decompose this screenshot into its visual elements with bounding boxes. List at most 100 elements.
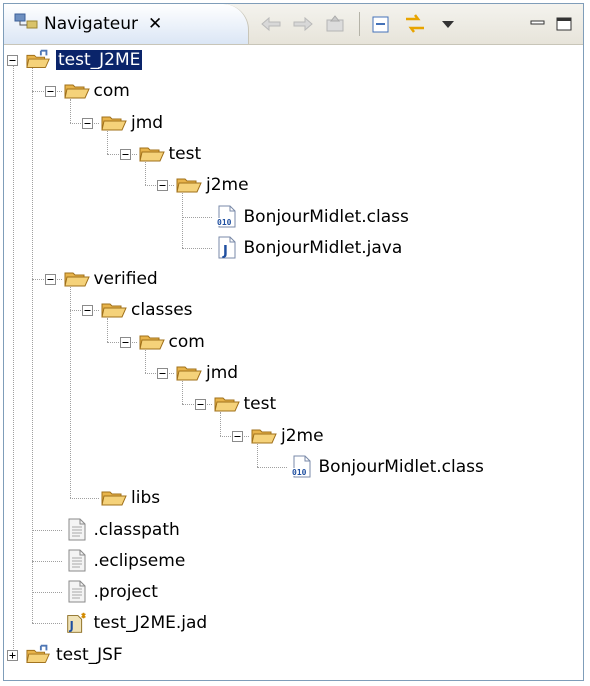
- tree-item-label: BonjourMidlet.java: [243, 237, 403, 258]
- folder-icon: [63, 267, 90, 291]
- tab-title: Navigateur: [44, 14, 139, 34]
- tree-item[interactable]: verified: [63, 265, 158, 293]
- collapse-toggle-icon[interactable]: [119, 336, 131, 348]
- tree-item-label: libs: [131, 488, 161, 509]
- svg-text:010: 010: [217, 218, 232, 227]
- folder-icon: [101, 486, 127, 510]
- tree-item-label: test_J2ME: [56, 50, 143, 70]
- view-menu-icon[interactable]: [436, 12, 460, 36]
- forward-arrow-icon[interactable]: [291, 12, 315, 36]
- tree-item[interactable]: 010 BonjourMidlet.class: [214, 203, 409, 231]
- tree-item-label: BonjourMidlet.class: [243, 206, 409, 227]
- maximize-icon[interactable]: [552, 12, 576, 36]
- collapse-toggle-icon[interactable]: [157, 368, 168, 379]
- class-file-icon: 010: [214, 205, 240, 229]
- tree-connector: [69, 498, 99, 500]
- folder-icon: [63, 79, 90, 103]
- tree-item-label: test_JSF: [56, 644, 123, 665]
- tree-item[interactable]: jmd: [176, 359, 238, 387]
- text-file-icon: [64, 580, 90, 604]
- folder-icon: [138, 142, 165, 166]
- collapse-toggle-icon[interactable]: [82, 305, 93, 317]
- tree-item[interactable]: com: [63, 77, 130, 105]
- tree-item-label: .eclipseme: [93, 550, 186, 571]
- tree-connector: [13, 60, 14, 655]
- tree-connector: [32, 68, 33, 624]
- tree-connector: [144, 349, 146, 373]
- tree-connector: [219, 412, 221, 436]
- tree-connector: [69, 287, 71, 499]
- up-folder-icon[interactable]: [323, 12, 347, 36]
- tree-item[interactable]: test_JSF: [26, 641, 123, 669]
- tree-item-label: .classpath: [93, 519, 180, 540]
- tree-item[interactable]: 010 BonjourMidlet.class: [289, 453, 484, 481]
- collapse-toggle-icon[interactable]: [232, 430, 243, 442]
- tree-connector: [182, 216, 212, 218]
- tree-item-label: com: [93, 81, 130, 102]
- folder-icon: [138, 330, 165, 354]
- tree-item[interactable]: J BonjourMidlet.java: [214, 234, 403, 262]
- tree-item-label: jmd: [131, 112, 164, 133]
- tree-item[interactable]: libs: [101, 484, 160, 512]
- tree-item[interactable]: jmd: [101, 109, 163, 137]
- tree-item[interactable]: j2me: [176, 171, 249, 199]
- tree-item[interactable]: classes: [101, 296, 193, 324]
- tree-item-label: BonjourMidlet.class: [318, 456, 484, 477]
- collapse-toggle-icon[interactable]: [119, 148, 131, 160]
- tree-item-label: classes: [131, 300, 193, 321]
- back-arrow-icon[interactable]: [259, 12, 283, 36]
- tree-item-label: j2me: [281, 425, 324, 446]
- text-file-icon: [64, 549, 90, 573]
- folder-icon: [213, 392, 240, 416]
- tree-connector: [257, 466, 287, 468]
- view-toolbar: [259, 4, 583, 44]
- tree-connector: [69, 99, 71, 123]
- tree-connector: [182, 193, 183, 248]
- tree-item-label: .project: [93, 582, 158, 603]
- collapse-toggle-icon[interactable]: [157, 180, 168, 192]
- tree-item[interactable]: test_J2ME: [26, 46, 143, 74]
- tree-item[interactable]: com: [138, 328, 205, 356]
- collapse-toggle-icon[interactable]: [7, 55, 18, 66]
- folder-icon: [101, 111, 127, 135]
- text-file-icon: [64, 518, 90, 542]
- tree-item[interactable]: .eclipseme: [64, 547, 186, 575]
- minimize-icon[interactable]: [526, 12, 550, 36]
- collapse-toggle-icon[interactable]: [44, 86, 56, 98]
- tree-connector: [182, 381, 183, 405]
- tree-item[interactable]: .project: [64, 578, 158, 606]
- tree-item-label: jmd: [206, 363, 239, 383]
- folder-icon: [176, 173, 202, 197]
- tree-connector: [32, 592, 62, 594]
- folder-icon: [176, 361, 202, 385]
- tree-item-label: com: [168, 331, 205, 352]
- navigator-icon: [14, 11, 40, 38]
- tree-item[interactable]: j2me: [251, 422, 324, 450]
- close-icon[interactable]: ✕: [148, 14, 162, 34]
- tree-item-label: test: [168, 143, 202, 164]
- project-icon: [26, 48, 52, 72]
- tree-connector: [32, 529, 62, 531]
- link-with-editor-icon[interactable]: [403, 12, 427, 36]
- tree-item[interactable]: test: [138, 140, 202, 168]
- tree-connector: [32, 623, 62, 625]
- tree-item[interactable]: .classpath: [64, 516, 180, 544]
- tab-navigateur[interactable]: Navigateur ✕: [4, 4, 249, 44]
- tree-item[interactable]: Jtest_J2ME.jad: [64, 609, 207, 637]
- project-icon: [26, 643, 52, 667]
- tree-connector: [144, 161, 146, 186]
- tree-connector: [107, 130, 108, 154]
- jad-file-icon: J: [64, 611, 90, 635]
- tree-item-label: test: [243, 394, 277, 415]
- svg-text:J: J: [68, 620, 73, 633]
- collapse-toggle-icon[interactable]: [82, 117, 93, 129]
- class-file-icon: 010: [289, 455, 315, 479]
- tree-item[interactable]: test: [213, 390, 277, 418]
- collapse-toggle-icon[interactable]: [44, 274, 56, 286]
- java-file-icon: J: [214, 236, 240, 260]
- folder-icon: [101, 298, 127, 322]
- collapse-all-icon[interactable]: [369, 12, 393, 36]
- expand-toggle-icon[interactable]: [7, 649, 18, 661]
- collapse-toggle-icon[interactable]: [194, 399, 206, 411]
- toolbar-separator: [359, 12, 360, 36]
